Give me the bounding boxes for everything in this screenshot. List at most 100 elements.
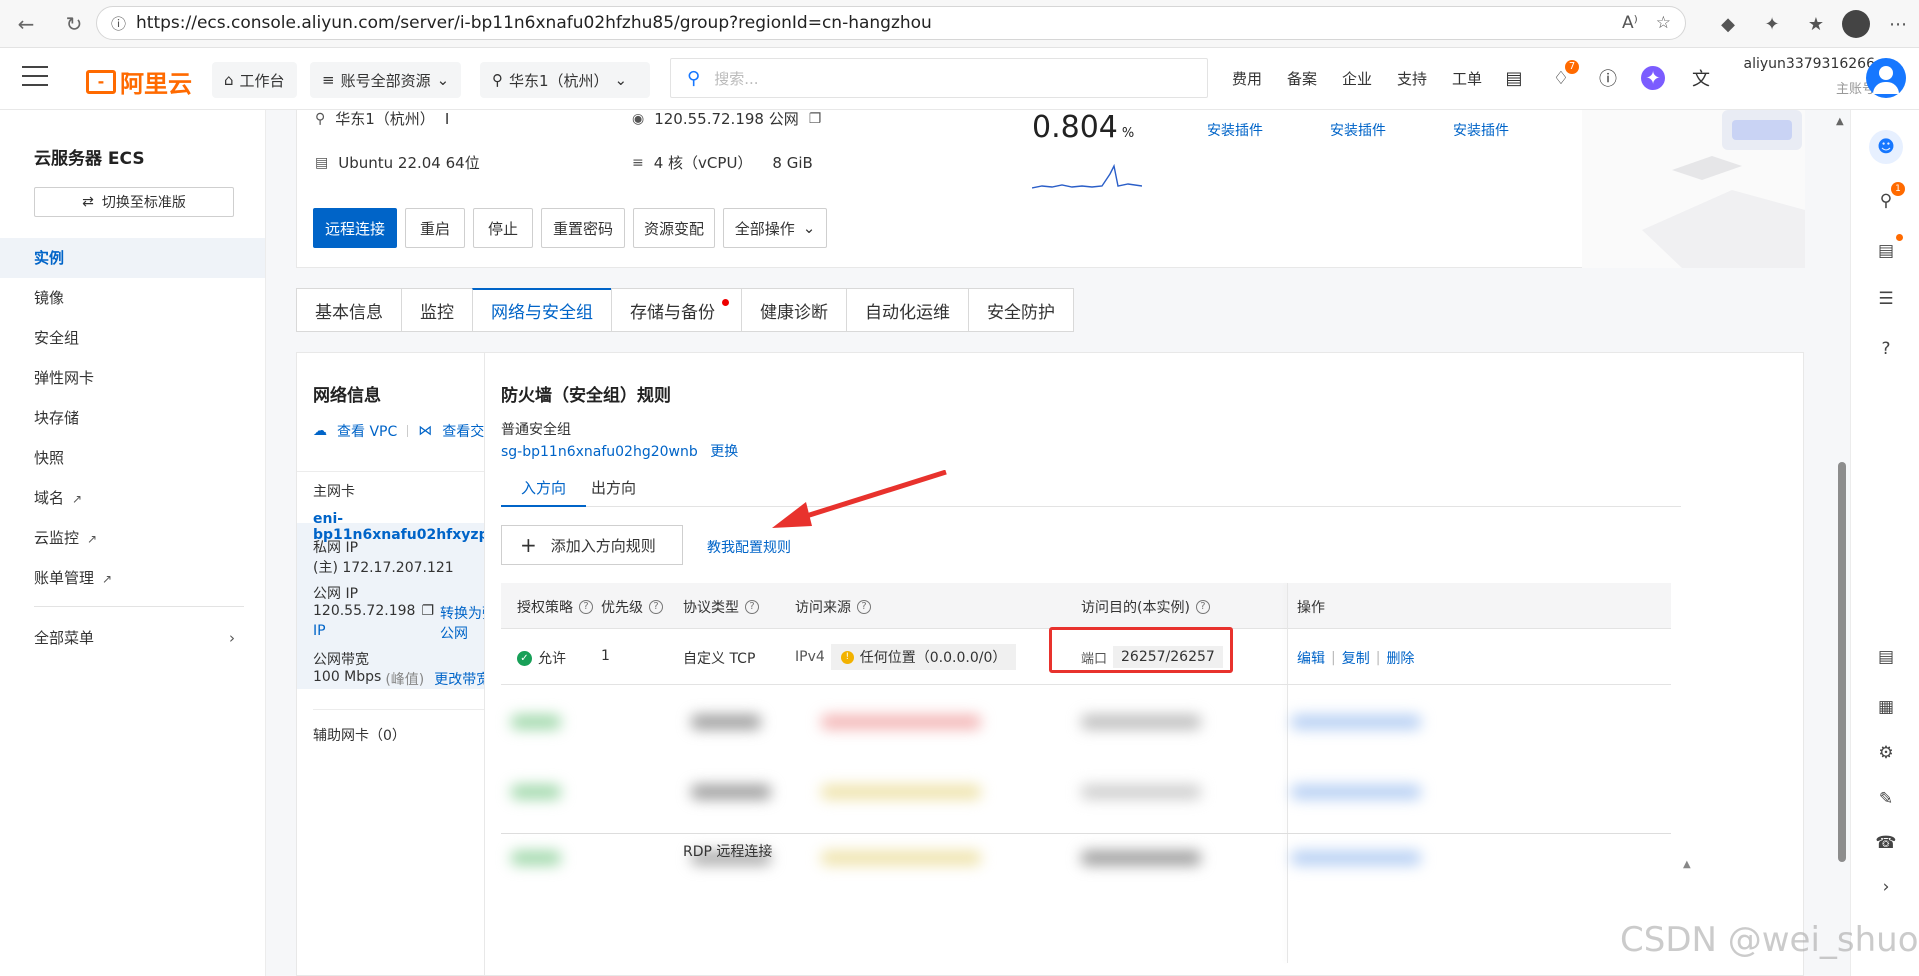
- sidebar-item-block-storage[interactable]: 块存储: [0, 398, 265, 438]
- plus-icon: +: [520, 533, 537, 557]
- help-circle-icon[interactable]: ?: [1195, 600, 1210, 614]
- site-info-icon[interactable]: ⓘ: [111, 13, 126, 34]
- search-icon[interactable]: ⚲ 1: [1873, 182, 1905, 214]
- stop-button[interactable]: 停止: [473, 208, 533, 248]
- cpu-usage-metric: 0.804%: [1032, 110, 1135, 145]
- global-search-input[interactable]: ⚲ 搜索...: [670, 58, 1208, 98]
- gear-icon[interactable]: ⚙: [1873, 740, 1899, 766]
- tab-automation-ops[interactable]: 自动化运维: [846, 288, 968, 332]
- chevron-right-icon[interactable]: ›: [1873, 874, 1899, 900]
- tab-security-protection[interactable]: 安全防护: [968, 288, 1074, 332]
- tab-network-security[interactable]: 网络与安全组: [472, 288, 611, 332]
- header-link-icp[interactable]: 备案: [1287, 68, 1317, 89]
- home-icon: ⌂: [224, 71, 234, 89]
- change-bandwidth-link[interactable]: 更改带宽: [434, 669, 490, 689]
- sidebar-item-billing[interactable]: 账单管理 ↗: [0, 558, 265, 598]
- list-icon[interactable]: ☰: [1873, 286, 1899, 312]
- book-icon[interactable]: ▤: [1873, 234, 1903, 264]
- robot-assistant-icon[interactable]: ☻: [1869, 130, 1903, 164]
- workbench-button[interactable]: ⌂ 工作台: [212, 62, 297, 98]
- headset-icon[interactable]: ☎: [1873, 830, 1899, 856]
- reset-password-button[interactable]: 重置密码: [541, 208, 625, 248]
- profile-avatar-icon[interactable]: [1842, 10, 1870, 38]
- sidebar-item-security-groups[interactable]: 安全组: [0, 318, 265, 358]
- restart-button[interactable]: 重启: [405, 208, 465, 248]
- ai-assistant-icon[interactable]: ✦: [1641, 66, 1665, 90]
- view-vpc-link[interactable]: 查看 VPC: [337, 421, 397, 441]
- source-chip: ! 任何位置（0.0.0.0/0）: [830, 644, 1017, 670]
- help-icon[interactable]: ⓘ: [1594, 64, 1622, 92]
- sidebar-item-cloudmonitor[interactable]: 云监控 ↗: [0, 518, 265, 558]
- install-plugin-link-3[interactable]: 安装插件: [1453, 120, 1509, 140]
- security-group-link[interactable]: sg-bp11n6xnafu02hg20wnb: [501, 444, 698, 460]
- col-source: 访问来源?: [795, 597, 871, 617]
- document-icon[interactable]: ▤: [1873, 644, 1899, 670]
- aliyun-logo[interactable]: - 阿里云: [86, 64, 192, 99]
- puzzle-extensions-icon[interactable]: ✦: [1756, 8, 1788, 40]
- more-menu-icon[interactable]: ⋯: [1882, 8, 1914, 40]
- header-link-fees[interactable]: 费用: [1232, 68, 1262, 89]
- tab-storage-backup[interactable]: 存储与备份: [611, 288, 741, 332]
- add-inbound-rule-button[interactable]: + 添加入方向规则: [501, 525, 683, 565]
- teach-config-link[interactable]: 教我配置规则: [707, 537, 791, 557]
- favorite-star-icon[interactable]: ☆: [1656, 13, 1671, 33]
- reload-icon[interactable]: ↻: [56, 6, 92, 42]
- page-scrollbar[interactable]: [1838, 462, 1846, 862]
- copy-icon[interactable]: ❐: [809, 111, 822, 127]
- account-info[interactable]: aliyun3379316266 主账号: [1735, 56, 1875, 97]
- tab-health-diagnosis[interactable]: 健康诊断: [741, 288, 846, 332]
- main-content: ⚲ 华东1（杭州） I ◉ 120.55.72.198 公网 ❐ ▤ Ubunt…: [266, 110, 1850, 976]
- url-text: https://ecs.console.aliyun.com/server/i-…: [136, 13, 932, 33]
- tab-basic-info[interactable]: 基本信息: [296, 288, 401, 332]
- install-plugin-link-2[interactable]: 安装插件: [1330, 120, 1386, 140]
- tab-outbound[interactable]: 出方向: [571, 473, 656, 507]
- secondary-nic-label: 辅助网卡（0）: [313, 728, 406, 744]
- sidebar-item-all-menu[interactable]: 全部菜单 ›: [0, 618, 265, 658]
- copy-icon[interactable]: ❐: [421, 603, 434, 643]
- delete-rule-link[interactable]: 删除: [1386, 648, 1414, 668]
- help-circle-icon[interactable]: ?: [649, 600, 663, 614]
- page-scroll-up-icon[interactable]: ▲: [1836, 116, 1844, 127]
- sidebar-item-snapshots[interactable]: 快照: [0, 438, 265, 478]
- hamburger-menu-icon[interactable]: [22, 66, 48, 88]
- region-selector[interactable]: ⚲ 华东1（杭州） ⌄: [480, 62, 650, 98]
- back-icon[interactable]: ←: [8, 6, 44, 42]
- direction-tabs: 入方向 出方向: [501, 473, 1681, 507]
- switch-standard-button[interactable]: ⇄ 切换至标准版: [34, 187, 234, 217]
- language-icon[interactable]: 文: [1687, 64, 1715, 92]
- read-aloud-icon[interactable]: A⁾: [1622, 13, 1638, 33]
- remote-connect-button[interactable]: 远程连接: [313, 208, 397, 248]
- notification-bell-icon[interactable]: ♢ 7: [1547, 60, 1579, 92]
- avatar[interactable]: [1866, 58, 1906, 98]
- help-circle-icon[interactable]: ?: [579, 600, 593, 614]
- switch-icon: ⋈: [418, 423, 433, 439]
- external-link-icon: ↗: [87, 532, 98, 546]
- all-actions-dropdown[interactable]: 全部操作 ⌄: [723, 208, 827, 248]
- resize-button[interactable]: 资源变配: [633, 208, 715, 248]
- header-link-support[interactable]: 支持: [1397, 68, 1427, 89]
- resource-selector[interactable]: ≡ 账号全部资源 ⌄: [310, 62, 462, 98]
- header-link-ticket[interactable]: 工单: [1452, 68, 1482, 89]
- tab-monitoring[interactable]: 监控: [401, 288, 472, 332]
- help-circle-icon[interactable]: ?: [857, 600, 871, 614]
- table-scroll-up-icon[interactable]: ▲: [1683, 859, 1691, 870]
- edit-rule-link[interactable]: 编辑: [1297, 648, 1325, 668]
- help-circle-icon[interactable]: ?: [745, 600, 759, 614]
- sidebar-item-eni[interactable]: 弹性网卡: [0, 358, 265, 398]
- policy-cell: ✓ 允许: [517, 648, 566, 668]
- change-security-group-link[interactable]: 更换: [710, 444, 738, 460]
- api-icon[interactable]: ▦: [1873, 694, 1899, 720]
- convert-eip-link-cont[interactable]: IP: [313, 623, 326, 639]
- extension-icon[interactable]: ◆: [1712, 8, 1744, 40]
- help-icon[interactable]: ?: [1873, 336, 1899, 362]
- header-link-enterprise[interactable]: 企业: [1342, 68, 1372, 89]
- sidebar-item-images[interactable]: 镜像: [0, 278, 265, 318]
- edit-icon[interactable]: ✎: [1873, 786, 1899, 812]
- favorites-icon[interactable]: ★: [1800, 8, 1832, 40]
- cloud-shell-icon[interactable]: ▤: [1500, 64, 1528, 92]
- install-plugin-link-1[interactable]: 安装插件: [1207, 120, 1263, 140]
- copy-rule-link[interactable]: 复制: [1342, 648, 1370, 668]
- sidebar-item-instances[interactable]: 实例: [0, 238, 265, 278]
- sidebar-item-domains[interactable]: 域名 ↗: [0, 478, 265, 518]
- address-bar[interactable]: ⓘ https://ecs.console.aliyun.com/server/…: [96, 6, 1686, 40]
